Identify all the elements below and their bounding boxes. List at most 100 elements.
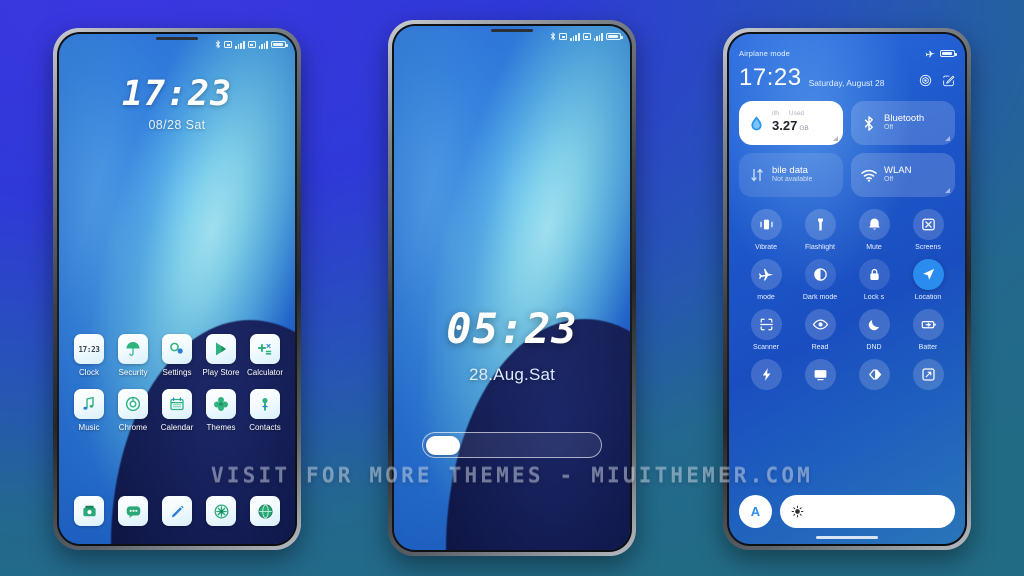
app-label: Calendar	[160, 423, 194, 432]
app-label: Music	[78, 423, 100, 432]
signal-bars-icon	[235, 40, 245, 49]
app-icon-calculator[interactable]: Calculator	[243, 334, 287, 377]
tile-bluetooth-text: Bluetooth Off	[884, 113, 924, 132]
wallpaper-vignette	[394, 26, 630, 550]
phone2-screen[interactable]: 05:23 28.Aug.Sat	[394, 26, 630, 550]
tile-data-sub-left: ith	[772, 109, 779, 117]
tile-expand-corner-icon[interactable]	[833, 136, 838, 141]
tile-mobile-data-sub: Not available	[772, 176, 813, 184]
toggle-flashlight[interactable]: Flashlight	[793, 209, 847, 251]
brightness-slider[interactable]	[780, 495, 955, 528]
tile-bluetooth[interactable]: Bluetooth Off	[851, 101, 955, 145]
toggle-cast[interactable]	[793, 359, 847, 403]
toggle-scanner[interactable]: Scanner	[739, 309, 793, 351]
tile-mobile-data[interactable]: bile data Not available	[739, 153, 843, 197]
messages-icon[interactable]	[118, 496, 148, 526]
home-clock-date: 08/28 Sat	[148, 118, 206, 132]
screenshot-canvas: 17:23 08/28 Sat 17:23 Clock Security Set…	[0, 0, 1024, 576]
app-label: Play Store	[202, 368, 240, 377]
home-clock-widget[interactable]: 17:23 08/28 Sat	[59, 74, 295, 132]
tile-wlan-title: WLAN	[884, 165, 912, 177]
phone-device-home: 17:23 08/28 Sat 17:23 Clock Security Set…	[53, 28, 301, 550]
toggle-battery-saver[interactable]: Batter	[901, 309, 955, 351]
control-center-time: 17:23	[739, 64, 802, 91]
control-center-panel: Airplane mode 17:23 Saturday, August 28	[729, 34, 965, 544]
toggle-lightning[interactable]	[739, 359, 793, 403]
earpiece-speaker	[156, 37, 198, 40]
app-label: Clock	[78, 368, 99, 377]
tile-wlan[interactable]: WLAN Off	[851, 153, 955, 197]
toggle-dnd[interactable]: DND	[847, 309, 901, 351]
app-icon-contacts[interactable]: Contacts	[243, 389, 287, 432]
earpiece-speaker	[491, 29, 533, 32]
tile-expand-corner-icon[interactable]	[945, 136, 950, 141]
tile-data-sub-right: Used	[788, 109, 805, 117]
battery-icon	[606, 32, 623, 41]
signal-bars-icon	[570, 32, 580, 41]
toggle-label: Mute	[866, 244, 882, 251]
toggle-location[interactable]: Location	[901, 259, 955, 301]
unlock-slider[interactable]	[422, 432, 602, 458]
tile-bluetooth-title: Bluetooth	[884, 113, 925, 125]
signal-bars-icon-2	[593, 32, 603, 41]
app-icon-clock[interactable]: 17:23 Clock	[67, 334, 111, 377]
status-bar	[215, 40, 288, 49]
phone-icon[interactable]	[74, 496, 104, 526]
settings-gear-icon[interactable]	[919, 74, 932, 87]
moon-icon	[858, 309, 890, 340]
airplane-icon	[750, 259, 782, 290]
app-icon-chrome[interactable]: Chrome	[111, 389, 155, 432]
header-actions	[919, 74, 955, 90]
sim1-icon	[559, 33, 568, 40]
phone-device-lock: 05:23 28.Aug.Sat	[388, 20, 636, 556]
app-icon-security[interactable]: Security	[111, 334, 155, 377]
tile-data-value-row: 3.27 GB	[772, 117, 809, 136]
sun-icon	[791, 505, 804, 518]
lock-clock-date: 28.Aug.Sat	[468, 365, 556, 384]
wifi-icon	[860, 169, 877, 182]
toggle-contrast[interactable]	[847, 359, 901, 403]
app-icon-music[interactable]: Music	[67, 389, 111, 432]
tile-mobile-data-text: bile data Not available	[772, 165, 812, 184]
app-icon-calendar[interactable]: Calendar	[155, 389, 199, 432]
toggle-mute[interactable]: Mute	[847, 209, 901, 251]
gallery-flower-icon[interactable]	[206, 496, 236, 526]
browser-globe-icon[interactable]	[250, 496, 280, 526]
airplane-icon	[925, 50, 935, 58]
unlock-slider-knob[interactable]	[425, 435, 460, 455]
status-bar	[550, 32, 623, 41]
bluetooth-icon	[550, 32, 556, 41]
app-icon-settings[interactable]: Settings	[155, 334, 199, 377]
app-icon-themes[interactable]: Themes	[199, 389, 243, 432]
music-note-icon	[74, 389, 104, 419]
sim2-icon	[582, 33, 591, 40]
toggle-screenshot[interactable]: Screens	[901, 209, 955, 251]
umbrella-shield-icon	[118, 334, 148, 364]
scanner-icon	[750, 309, 782, 340]
tile-data-usage[interactable]: ith Used 3.27 GB	[739, 101, 843, 145]
clock-icon: 17:23	[74, 334, 104, 364]
tile-data-unit: GB	[799, 125, 809, 133]
toggle-dark-mode[interactable]: Dark mode	[793, 259, 847, 301]
pen-icon[interactable]	[162, 496, 192, 526]
auto-brightness-button[interactable]: A	[739, 495, 772, 528]
phone3-screen[interactable]: Airplane mode 17:23 Saturday, August 28	[729, 34, 965, 544]
location-arrow-icon	[912, 259, 944, 290]
tile-wlan-sub: Off	[884, 176, 894, 184]
app-label: Contacts	[249, 423, 281, 432]
toggle-lock-screen[interactable]: Lock s	[847, 259, 901, 301]
tile-wlan-text: WLAN Off	[884, 165, 911, 184]
lock-clock-time: 05:23	[446, 304, 578, 353]
dark-mode-icon	[804, 259, 836, 290]
toggle-reading-mode[interactable]: Read	[793, 309, 847, 351]
toggle-airplane-mode[interactable]: mode	[739, 259, 793, 301]
toggle-expand[interactable]	[901, 359, 955, 403]
tile-expand-corner-icon[interactable]	[945, 188, 950, 193]
themes-flower-icon	[206, 389, 236, 419]
toggle-vibrate[interactable]: Vibrate	[739, 209, 793, 251]
app-icon-play-store[interactable]: Play Store	[199, 334, 243, 377]
phone-bezel: Airplane mode 17:23 Saturday, August 28	[727, 32, 967, 546]
sim2-icon	[247, 41, 256, 48]
edit-icon[interactable]	[942, 74, 955, 87]
phone1-screen[interactable]: 17:23 08/28 Sat 17:23 Clock Security Set…	[59, 34, 295, 544]
